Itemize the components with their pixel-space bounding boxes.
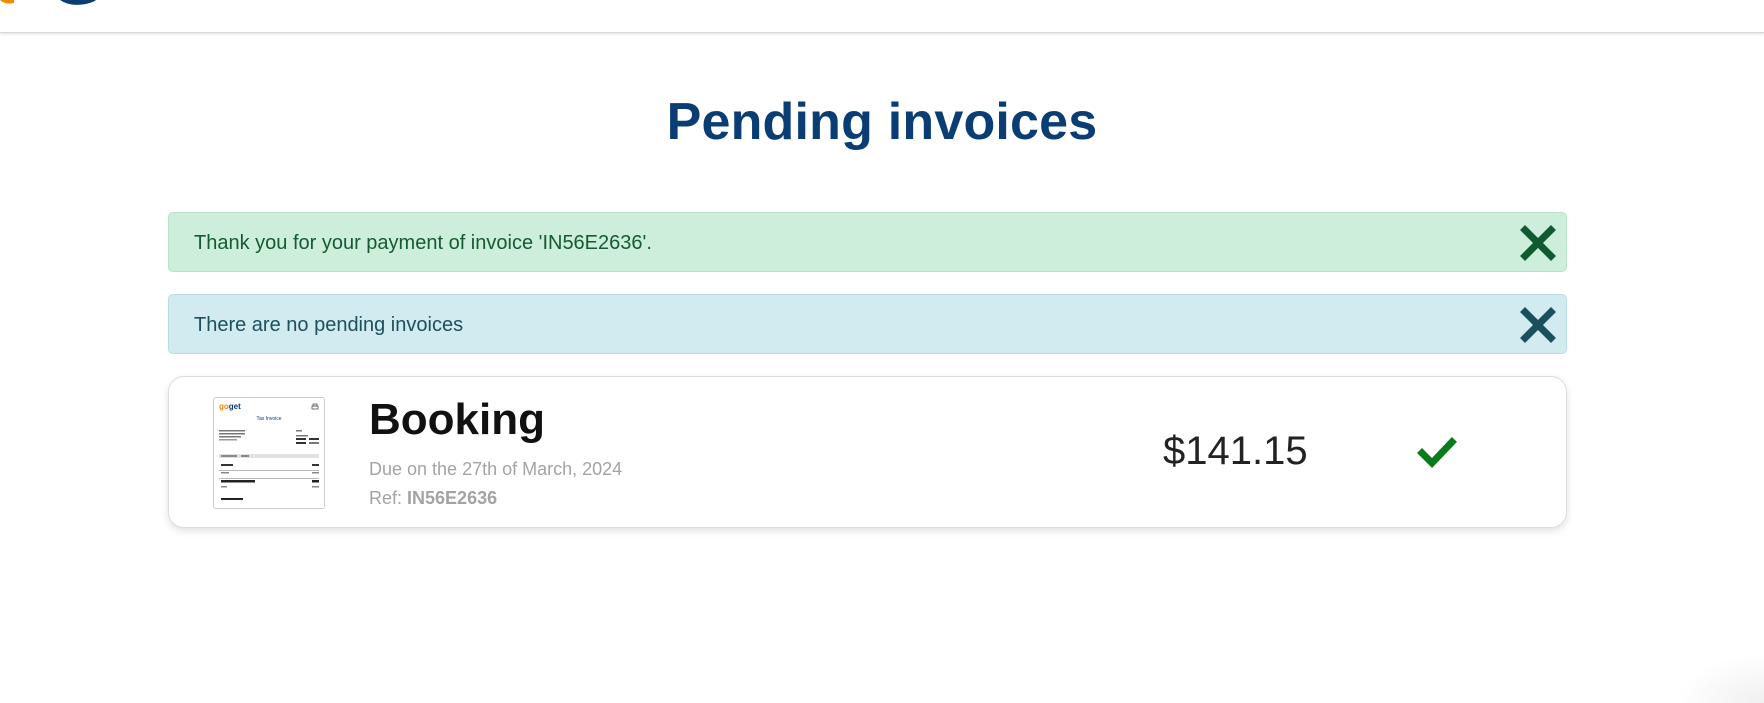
due-date: Due on the 27th of March, 2024 (369, 459, 623, 479)
no-pending-invoices-alert: There are no pending invoices (168, 294, 1567, 354)
invoice-card[interactable]: goget Tax Invoice Booking Due on the 27t… (168, 376, 1567, 528)
top-navigation-bar (0, 0, 1764, 33)
alert-message: There are no pending invoices (194, 314, 464, 336)
close-icon[interactable] (1518, 305, 1558, 345)
invoice-preview-lines (219, 430, 319, 500)
invoice-reference: Ref: IN56E2636 (369, 488, 497, 509)
window-corner-shadow (1674, 653, 1764, 703)
alert-message: Thank you for your payment of invoice 'I… (194, 232, 652, 254)
invoice-title: Booking (369, 395, 545, 444)
ref-value: IN56E2636 (407, 488, 498, 508)
invoice-amount: $141.15 (1163, 429, 1308, 473)
close-icon[interactable] (1518, 223, 1558, 263)
brand-logo[interactable] (0, 0, 110, 6)
invoice-thumbnail[interactable]: goget Tax Invoice (213, 397, 325, 509)
ref-label: Ref: (369, 488, 403, 508)
page-title: Pending invoices (666, 93, 1098, 151)
checkmark-icon (1417, 432, 1457, 472)
payment-success-alert: Thank you for your payment of invoice 'I… (168, 212, 1567, 272)
